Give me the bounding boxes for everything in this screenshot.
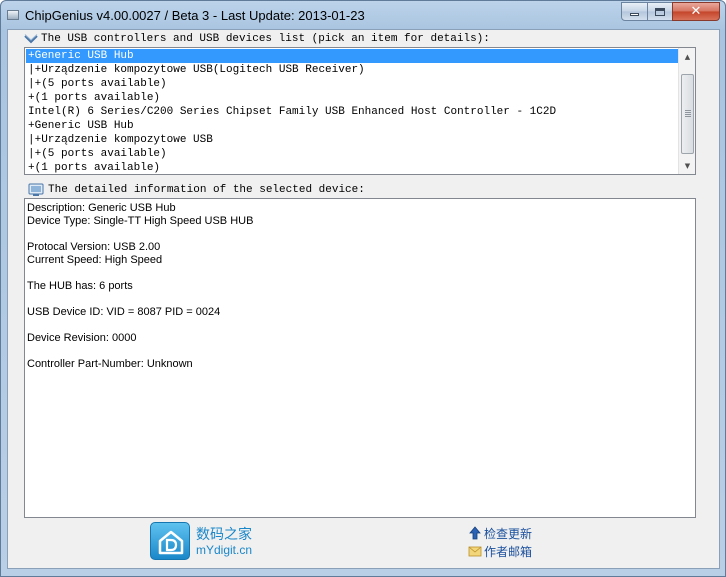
device-list-item[interactable]: +(1 ports available)	[26, 91, 679, 105]
device-list-item[interactable]: +Generic USB Hub	[26, 119, 679, 133]
logo-chinese-text: 数码之家	[196, 527, 252, 543]
scrollbar-thumb[interactable]	[681, 74, 694, 154]
device-details-panel[interactable]: Description: Generic USB Hub Device Type:…	[24, 198, 696, 518]
device-list-scrollbar[interactable]: ▲ ▼	[678, 48, 695, 174]
author-mail-link[interactable]: 作者邮箱	[468, 543, 558, 559]
detail-line: Protocal Version: USB 2.00	[27, 241, 161, 253]
monitor-info-icon	[28, 183, 44, 196]
device-list-item[interactable]: |+(5 ports available)	[26, 77, 679, 91]
author-mail-label: 作者邮箱	[484, 545, 533, 559]
device-list-label: The USB controllers and USB devices list…	[41, 33, 490, 45]
title-bar[interactable]: ChipGenius v4.00.0027 / Beta 3 - Last Up…	[1, 1, 725, 31]
device-list[interactable]: +Generic USB Hub |+Urządzenie kompozytowe…	[24, 47, 696, 175]
house-d-icon	[158, 530, 184, 555]
maximize-icon	[655, 7, 665, 16]
device-list-item[interactable]: +(1 ports available)	[26, 161, 679, 174]
detail-line: Device Revision: 0000	[27, 332, 137, 344]
up-arrow-icon	[469, 526, 481, 540]
scroll-up-arrow-icon[interactable]: ▲	[679, 48, 696, 65]
maximize-button[interactable]	[647, 2, 673, 21]
device-list-item[interactable]: +Generic USB Hub	[26, 49, 679, 63]
details-label: The detailed information of the selected…	[48, 184, 365, 196]
detail-line: Controller Part-Number: Unknown	[27, 358, 193, 370]
device-list-item[interactable]: |+Urządzenie kompozytowe USB	[26, 133, 679, 147]
device-list-item[interactable]: |+Urządzenie kompozytowe USB(Logitech US…	[26, 63, 679, 77]
scroll-down-arrow-icon[interactable]: ▼	[679, 157, 696, 174]
detail-line: USB Device ID: VID = 8087 PID = 0024	[27, 306, 221, 318]
check-update-label: 检查更新	[484, 527, 533, 541]
detail-line: Device Type: Single-TT High Speed USB HU…	[27, 215, 254, 227]
close-icon: ✕	[690, 4, 702, 19]
minimize-button[interactable]	[621, 2, 648, 21]
detail-line: Description: Generic USB Hub	[27, 202, 176, 214]
device-list-item[interactable]: Intel(R) 6 Series/C200 Series Chipset Fa…	[26, 105, 679, 119]
detail-line: The HUB has: 6 ports	[27, 280, 133, 292]
chevron-down-icon	[24, 34, 38, 44]
check-update-link[interactable]: 检查更新	[468, 525, 558, 541]
mydigit-badge-icon	[150, 522, 190, 560]
window-title: ChipGenius v4.00.0027 / Beta 3 - Last Up…	[25, 8, 365, 23]
close-button[interactable]: ✕	[672, 2, 720, 21]
mydigit-logo[interactable]: 数码之家 mYdigit.cn	[150, 522, 260, 562]
mail-icon	[468, 546, 482, 557]
logo-site-text: mYdigit.cn	[196, 543, 253, 557]
minimize-icon	[630, 13, 639, 16]
detail-line: Current Speed: High Speed	[27, 254, 163, 266]
app-icon	[7, 10, 19, 20]
scrollbar-grip-icon	[685, 110, 691, 117]
device-list-item[interactable]: |+(5 ports available)	[26, 147, 679, 161]
